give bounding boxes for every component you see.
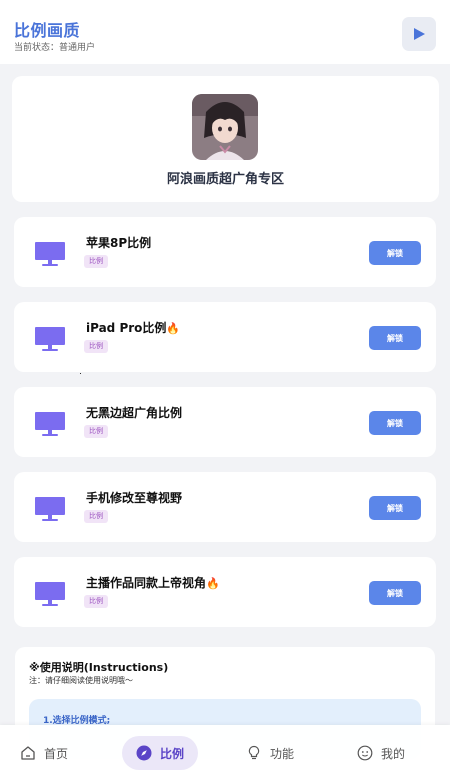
list-item[interactable]: 手机修改至尊视野 比例 解锁 — [14, 472, 436, 542]
monitor-icon — [35, 242, 65, 266]
user-status: 当前状态：普通用户 — [14, 43, 96, 53]
list-item[interactable]: 苹果8P比例 比例 解锁 — [14, 217, 436, 287]
item-tag: 比例 — [84, 255, 108, 268]
list-item[interactable]: iPad Pro比例🔥 比例 解锁 — [14, 302, 436, 372]
home-icon — [21, 746, 35, 760]
nav-features-label: 功能 — [270, 746, 295, 761]
smiley-icon — [357, 745, 373, 761]
list-item[interactable]: 无黑边超广角比例 比例 解锁 — [14, 387, 436, 457]
lightbulb-icon — [248, 745, 260, 760]
unlock-button[interactable]: 解锁 — [369, 411, 421, 435]
avatar — [192, 94, 258, 160]
unlock-button[interactable]: 解锁 — [369, 581, 421, 605]
nav-features[interactable]: 功能 — [246, 736, 294, 770]
play-button[interactable] — [402, 17, 436, 51]
item-tag: 比例 — [84, 510, 108, 523]
item-title: 手机修改至尊视野 — [86, 491, 183, 505]
fire-icon: 🔥 — [166, 322, 181, 335]
item-title: 主播作品同款上帝视角🔥 — [86, 576, 220, 590]
nav-mine-label: 我的 — [381, 746, 406, 761]
fire-icon: 🔥 — [206, 577, 220, 590]
monitor-icon — [35, 327, 65, 351]
stray-dot — [80, 373, 81, 374]
unlock-button[interactable]: 解锁 — [369, 326, 421, 350]
app-header: 比例画质 当前状态：普通用户 — [0, 0, 450, 64]
instructions-note: 注：请仔细阅读使用说明哦～ — [29, 676, 133, 685]
monitor-icon — [35, 582, 65, 606]
item-title: 无黑边超广角比例 — [86, 406, 183, 420]
nav-home[interactable]: 首页 — [20, 736, 68, 770]
list-item[interactable]: 主播作品同款上帝视角🔥 比例 解锁 — [14, 557, 436, 627]
nav-mine[interactable]: 我的 — [357, 736, 405, 770]
app-title: 比例画质 — [14, 21, 81, 40]
compass-icon — [136, 745, 152, 761]
item-title: iPad Pro比例🔥 — [86, 321, 181, 335]
instructions-title: ※使用说明(Instructions) — [29, 661, 169, 674]
item-tag: 比例 — [84, 425, 108, 438]
unlock-button[interactable]: 解锁 — [369, 496, 421, 520]
bottom-nav: 首页 比例 功能 我的 — [0, 725, 450, 781]
item-tag: 比例 — [84, 340, 108, 353]
monitor-icon — [35, 412, 65, 436]
nav-home-label: 首页 — [44, 746, 69, 761]
unlock-button[interactable]: 解锁 — [369, 241, 421, 265]
play-icon — [414, 28, 425, 40]
item-title: 苹果8P比例 — [86, 236, 152, 250]
nav-ratio-label: 比例 — [160, 746, 185, 761]
monitor-icon — [35, 497, 65, 521]
profile-card: 阿浪画质超广角专区 — [12, 76, 439, 202]
profile-name: 阿浪画质超广角专区 — [166, 172, 284, 187]
nav-ratio[interactable]: 比例 — [122, 736, 199, 770]
item-tag: 比例 — [84, 595, 108, 608]
